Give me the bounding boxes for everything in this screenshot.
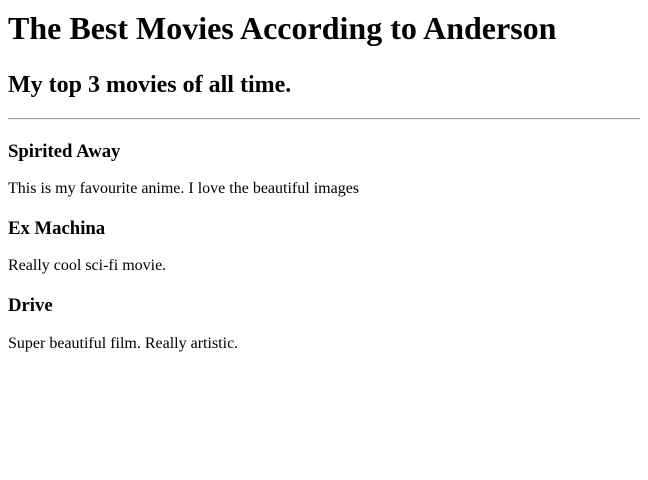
movie-entry: Spirited Away This is my favourite anime… — [8, 141, 640, 198]
movie-description: Super beautiful film. Really artistic. — [8, 335, 239, 352]
movie-description: This is my favourite anime. I love the b… — [8, 180, 360, 197]
page-subtitle: My top 3 movies of all time. — [8, 72, 292, 98]
movie-entry: Drive Super beautiful film. Really artis… — [8, 295, 640, 353]
movie-title: Spirited Away — [8, 141, 121, 162]
movie-title: Drive — [8, 295, 53, 316]
divider — [8, 118, 640, 120]
movie-entry: Ex Machina Really cool sci-fi movie. — [8, 218, 640, 275]
movie-title: Ex Machina — [8, 218, 106, 239]
page-title: The Best Movies According to Anderson — [8, 10, 557, 46]
movie-description: Really cool sci-fi movie. — [8, 257, 167, 274]
